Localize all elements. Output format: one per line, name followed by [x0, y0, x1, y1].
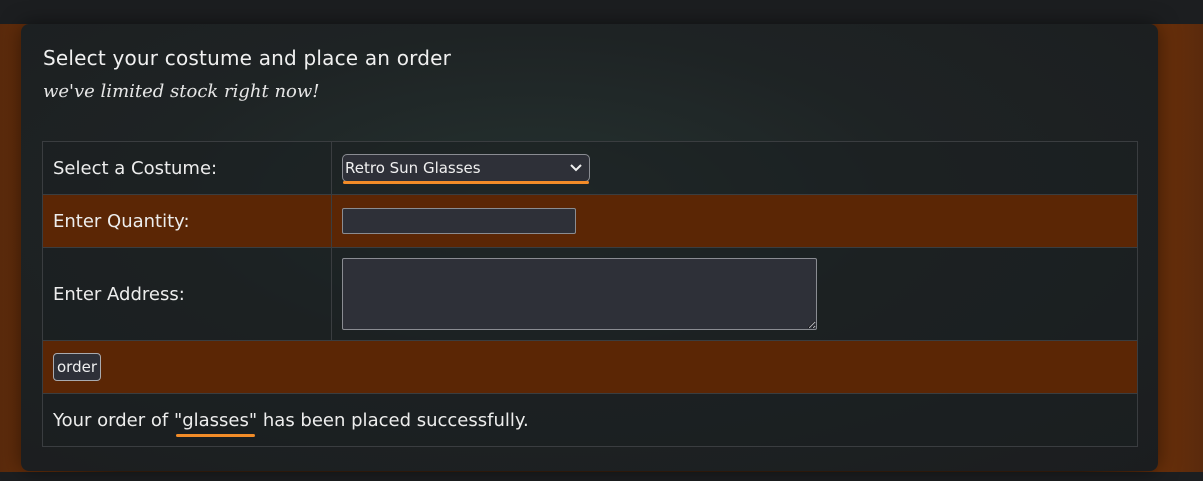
costume-row: Select a Costume: Retro Sun Glasses — [42, 141, 1138, 195]
costume-select-cell: Retro Sun Glasses — [331, 141, 1138, 195]
address-input-cell — [331, 247, 1138, 341]
costume-select[interactable]: Retro Sun Glasses — [342, 154, 590, 184]
item-highlight-underline — [175, 433, 256, 437]
order-panel: Select your costume and place an order w… — [21, 24, 1158, 471]
address-label: Enter Address: — [42, 247, 332, 341]
chevron-down-icon — [570, 164, 582, 172]
address-textarea[interactable] — [342, 258, 817, 330]
order-button-cell: order — [42, 340, 1138, 394]
costume-label: Select a Costume: — [42, 141, 332, 195]
page-title: Select your costume and place an order — [43, 46, 452, 70]
ordered-item-text: "glasses" — [173, 409, 258, 431]
message-prefix: Your order of — [53, 409, 174, 431]
success-message: Your order of "glasses" has been placed … — [42, 393, 1138, 447]
quantity-input[interactable] — [342, 208, 576, 234]
page-subtitle: we've limited stock right now! — [43, 81, 320, 102]
order-button[interactable]: order — [53, 353, 101, 381]
quantity-row: Enter Quantity: — [42, 194, 1138, 248]
order-form-table: Select a Costume: Retro Sun Glasses Ente… — [42, 141, 1138, 447]
address-row: Enter Address: — [42, 247, 1138, 341]
message-suffix: has been placed successfully. — [257, 409, 529, 431]
quantity-label: Enter Quantity: — [42, 194, 332, 248]
page: Select your costume and place an order w… — [0, 0, 1203, 481]
quantity-input-cell — [331, 194, 1138, 248]
message-row: Your order of "glasses" has been placed … — [42, 393, 1138, 447]
select-highlight-underline — [343, 181, 589, 184]
order-row: order — [42, 340, 1138, 394]
costume-select-value: Retro Sun Glasses — [345, 159, 481, 177]
ordered-item: "glasses" — [173, 409, 258, 437]
